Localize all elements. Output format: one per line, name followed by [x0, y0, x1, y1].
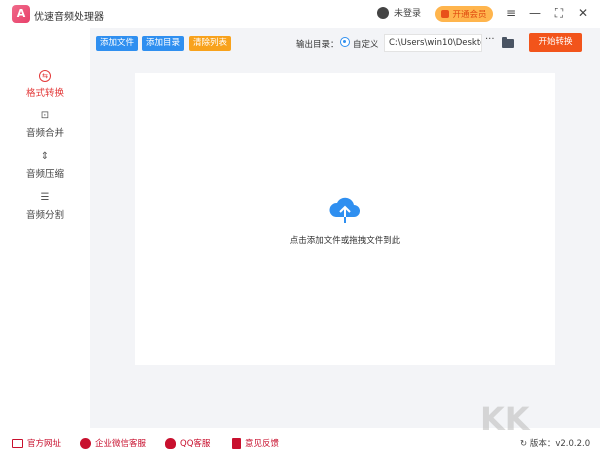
toolbar: 添加文件 添加目录 清除列表 输出目录： 自定义 C:\Users\win10\…: [90, 28, 600, 58]
menu-icon[interactable]: ≡: [503, 6, 519, 20]
website-icon: [12, 438, 23, 448]
output-path-input[interactable]: C:\Users\win10\Desktop: [384, 34, 482, 52]
refresh-icon: ↻: [520, 439, 530, 449]
feedback-icon: [232, 437, 241, 449]
clear-list-button[interactable]: 清除列表: [189, 36, 232, 51]
sidebar-item-label: 格式转换: [25, 88, 64, 99]
app-title: 优速音频处理器: [34, 12, 104, 23]
sidebar-item-merge[interactable]: ⊡ 音频合并: [0, 110, 90, 139]
login-label: 未登录: [394, 9, 422, 19]
compress-icon: ⇕: [40, 151, 50, 162]
custom-radio-label[interactable]: 自定义: [353, 38, 379, 50]
website-link[interactable]: 官方网址: [12, 437, 61, 449]
convert-icon: ⇆: [39, 70, 51, 82]
vip-label: 开通会员: [452, 10, 487, 20]
watermark-logo: KK: [480, 400, 530, 438]
user-icon: [377, 6, 389, 19]
vip-button[interactable]: 开通会员: [435, 6, 493, 22]
merge-icon: ⊡: [40, 110, 50, 121]
add-file-button[interactable]: 添加文件: [96, 36, 139, 51]
close-button[interactable]: ✕: [575, 6, 591, 20]
minimize-button[interactable]: —: [527, 6, 543, 20]
sidebar-item-format-convert[interactable]: ⇆ 格式转换: [0, 70, 90, 99]
more-button[interactable]: ···: [485, 34, 495, 45]
sidebar-item-label: 音频分割: [25, 210, 64, 221]
start-convert-button[interactable]: 开始转换: [529, 33, 582, 52]
add-folder-button[interactable]: 添加目录: [142, 36, 185, 51]
split-icon: ☰: [40, 192, 50, 203]
drop-hint: 点击添加文件或拖拽文件到此: [289, 236, 401, 246]
vip-icon: [441, 10, 450, 18]
wechat-icon: [80, 437, 91, 449]
feedback-label: 意见反馈: [245, 439, 280, 449]
custom-radio[interactable]: [340, 37, 350, 47]
main-area: 添加文件 添加目录 清除列表 输出目录： 自定义 C:\Users\win10\…: [90, 28, 600, 428]
version-label: 版本：v2.0.2.0: [529, 439, 591, 449]
maximize-button[interactable]: ⛶: [551, 6, 567, 21]
login-button[interactable]: 未登录: [377, 6, 421, 19]
version-info[interactable]: ↻ 版本：v2.0.2.0: [520, 437, 590, 449]
wechat-label: 企业微信客服: [95, 439, 147, 449]
app-logo: A: [12, 5, 30, 23]
qq-label: QQ客服: [180, 439, 211, 449]
sidebar: ⇆ 格式转换 ⊡ 音频合并 ⇕ 音频压缩 ☰ 音频分割: [0, 58, 90, 428]
file-drop-zone[interactable]: 点击添加文件或拖拽文件到此: [135, 73, 555, 365]
qq-icon: [165, 437, 176, 449]
sidebar-item-label: 音频压缩: [25, 169, 64, 180]
qq-support-link[interactable]: QQ客服: [165, 437, 210, 449]
sidebar-item-split[interactable]: ☰ 音频分割: [0, 192, 90, 221]
output-dir-label: 输出目录：: [296, 40, 339, 50]
sidebar-item-label: 音频合并: [25, 128, 64, 139]
wechat-support-link[interactable]: 企业微信客服: [80, 437, 146, 449]
feedback-link[interactable]: 意见反馈: [232, 437, 279, 449]
website-label: 官方网址: [27, 439, 62, 449]
title-bar: A 优速音频处理器 未登录 开通会员 ≡ — ⛶ ✕: [0, 0, 600, 28]
upload-cloud-icon: [329, 197, 360, 223]
sidebar-item-compress[interactable]: ⇕ 音频压缩: [0, 151, 90, 180]
folder-icon[interactable]: [502, 37, 514, 48]
